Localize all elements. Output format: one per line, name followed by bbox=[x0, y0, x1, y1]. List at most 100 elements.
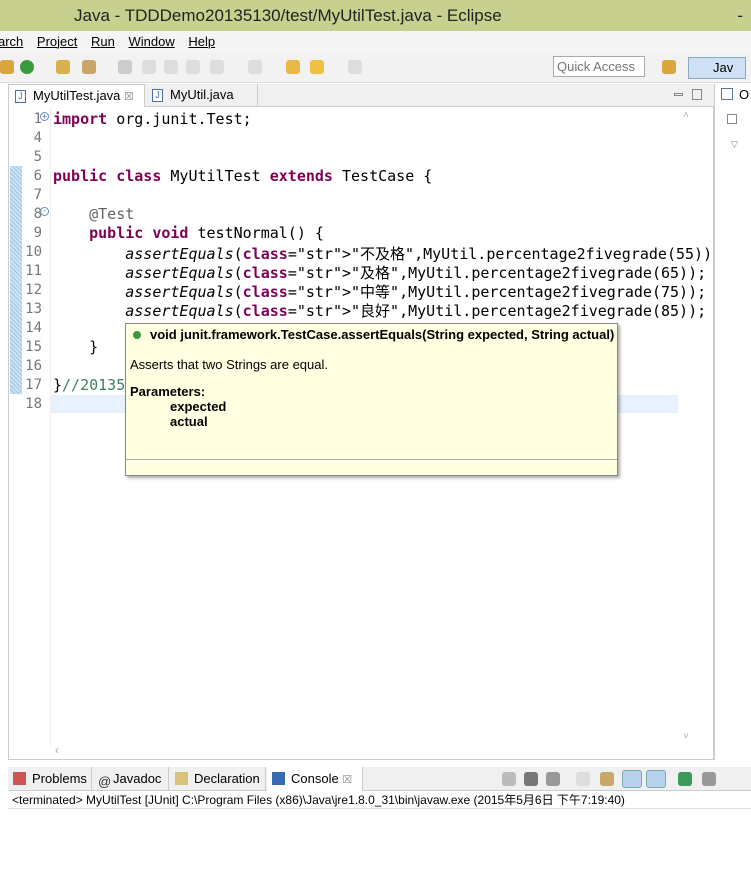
tab-label: Console bbox=[291, 771, 339, 786]
outline-icon bbox=[721, 88, 733, 100]
back-icon[interactable] bbox=[310, 60, 324, 74]
change-ruler bbox=[10, 166, 22, 394]
code-line[interactable]: }//20135 bbox=[53, 376, 125, 394]
show-whitespace-icon[interactable] bbox=[186, 60, 200, 74]
method-description: Asserts that two Strings are equal. bbox=[130, 357, 328, 372]
remove-all-icon[interactable] bbox=[546, 772, 560, 786]
toggle-mark-icon[interactable] bbox=[118, 60, 132, 74]
bottom-panel-tabs: Problems @ Javadoc Declaration Console ☒ bbox=[8, 767, 751, 791]
line-number: 11 bbox=[25, 263, 42, 279]
problems-icon bbox=[13, 772, 26, 785]
line-number: 5 bbox=[33, 149, 42, 165]
code-line[interactable]: @Test bbox=[53, 205, 134, 223]
tab-declaration[interactable]: Declaration bbox=[170, 767, 266, 791]
maximize-editor-icon[interactable] bbox=[692, 89, 702, 100]
close-tab-icon[interactable]: ☒ bbox=[124, 91, 134, 103]
quick-access-input[interactable] bbox=[553, 56, 645, 77]
line-number: 12 bbox=[25, 282, 42, 298]
horizontal-scrollbar[interactable]: ‹ bbox=[51, 743, 678, 759]
line-number: 7 bbox=[33, 187, 42, 203]
outline-tab-label[interactable]: O bbox=[739, 87, 749, 102]
static-method-icon bbox=[133, 331, 141, 339]
menu-window[interactable]: Window bbox=[129, 34, 175, 49]
window-title: Java - TDDDemo20135130/test/MyUtilTest.j… bbox=[74, 6, 502, 25]
pin-console-icon[interactable] bbox=[678, 772, 692, 786]
search-icon[interactable] bbox=[82, 60, 96, 74]
code-line[interactable]: public void testNormal() { bbox=[53, 224, 324, 242]
line-number: 6 bbox=[33, 168, 42, 184]
show-on-stdout-icon[interactable] bbox=[622, 770, 642, 788]
prev-annotation-icon[interactable] bbox=[248, 60, 262, 74]
open-type-icon[interactable] bbox=[56, 60, 70, 74]
code-line[interactable]: import org.junit.Test; bbox=[53, 110, 252, 128]
line-number: 14 bbox=[25, 320, 42, 336]
remove-launch-icon[interactable] bbox=[524, 772, 538, 786]
tab-label: Declaration bbox=[194, 771, 260, 786]
tab-label: Javadoc bbox=[113, 771, 162, 786]
parameters-heading: Parameters: bbox=[130, 384, 206, 399]
close-tab-icon[interactable]: ☒ bbox=[342, 774, 352, 786]
expand-arrow-icon[interactable]: ▽ bbox=[731, 139, 738, 150]
display-console-icon[interactable] bbox=[702, 772, 716, 786]
console-output[interactable] bbox=[8, 809, 751, 878]
line-number: 1 bbox=[33, 111, 42, 127]
menu-bar: arch Project Run Window Help bbox=[0, 31, 751, 52]
method-signature: void junit.framework.TestCase.assertEqua… bbox=[150, 327, 615, 342]
new-icon[interactable] bbox=[0, 60, 14, 74]
clear-console-icon[interactable] bbox=[576, 772, 590, 786]
menu-project[interactable]: Project bbox=[37, 34, 77, 49]
last-edit-icon[interactable] bbox=[286, 60, 300, 74]
parameter-name: actual bbox=[170, 414, 208, 429]
declaration-icon bbox=[175, 772, 188, 785]
line-number: 17 bbox=[25, 377, 42, 393]
code-line[interactable]: assertEquals(class="str">"中等",MyUtil.per… bbox=[53, 281, 706, 302]
terminate-icon[interactable] bbox=[502, 772, 516, 786]
code-line[interactable]: assertEquals(class="str">"及格",MyUtil.per… bbox=[53, 262, 706, 283]
code-line[interactable]: } bbox=[53, 338, 98, 356]
show-on-stderr-icon[interactable] bbox=[646, 770, 666, 788]
code-line[interactable]: public class MyUtilTest extends TestCase… bbox=[53, 167, 432, 185]
next-annotation-icon[interactable] bbox=[210, 60, 224, 74]
outline-panel: O ▽ bbox=[714, 84, 751, 760]
java-file-icon: J bbox=[15, 90, 26, 103]
parameter-name: expected bbox=[170, 399, 227, 414]
new-class-icon[interactable] bbox=[20, 60, 34, 74]
line-number: 10 bbox=[25, 244, 42, 260]
line-number: 13 bbox=[25, 301, 42, 317]
vertical-scrollbar[interactable]: ˄ ˅ bbox=[678, 107, 696, 745]
java-perspective-button[interactable]: Jav bbox=[688, 57, 746, 79]
collapse-fold-icon[interactable]: - bbox=[40, 207, 49, 216]
menu-help[interactable]: Help bbox=[188, 34, 215, 49]
line-number: 18 bbox=[25, 396, 42, 412]
line-number: 9 bbox=[33, 225, 42, 241]
javadoc-icon: @ bbox=[98, 774, 112, 789]
tab-myutiltest-java[interactable]: J MyUtilTest.java ☒ bbox=[8, 84, 145, 107]
tab-problems[interactable]: Problems bbox=[8, 767, 92, 791]
forward-icon[interactable] bbox=[348, 60, 362, 74]
code-line[interactable]: assertEquals(class="str">"不及格",MyUtil.pe… bbox=[53, 243, 721, 264]
minimize-editor-icon[interactable] bbox=[674, 93, 683, 96]
line-number: 8 bbox=[33, 206, 42, 222]
menu-search[interactable]: arch bbox=[0, 34, 23, 49]
tab-myutil-java[interactable]: J MyUtil.java bbox=[146, 84, 258, 107]
console-status: <terminated> MyUtilTest [JUnit] C:\Progr… bbox=[8, 792, 751, 809]
scroll-lock-icon[interactable] bbox=[600, 772, 614, 786]
tab-label: Problems bbox=[32, 771, 87, 786]
line-number: 4 bbox=[33, 130, 42, 146]
gutter-divider bbox=[50, 107, 51, 745]
minimize-button[interactable]: - bbox=[737, 0, 743, 31]
code-line[interactable]: assertEquals(class="str">"良好",MyUtil.per… bbox=[53, 300, 706, 321]
line-number: 16 bbox=[25, 358, 42, 374]
open-perspective-icon[interactable] bbox=[662, 60, 676, 74]
edit-icon[interactable] bbox=[142, 60, 156, 74]
tab-label: MyUtil.java bbox=[170, 87, 234, 102]
tab-console[interactable]: Console ☒ bbox=[267, 767, 363, 791]
menu-run[interactable]: Run bbox=[91, 34, 115, 49]
javadoc-hover-popup: void junit.framework.TestCase.assertEqua… bbox=[125, 323, 618, 476]
expand-fold-icon[interactable]: + bbox=[40, 112, 49, 121]
console-icon bbox=[272, 772, 285, 785]
collapse-all-icon[interactable] bbox=[727, 114, 737, 124]
tab-javadoc[interactable]: @ Javadoc bbox=[93, 767, 169, 791]
block-select-icon[interactable] bbox=[164, 60, 178, 74]
popup-divider bbox=[126, 459, 617, 460]
